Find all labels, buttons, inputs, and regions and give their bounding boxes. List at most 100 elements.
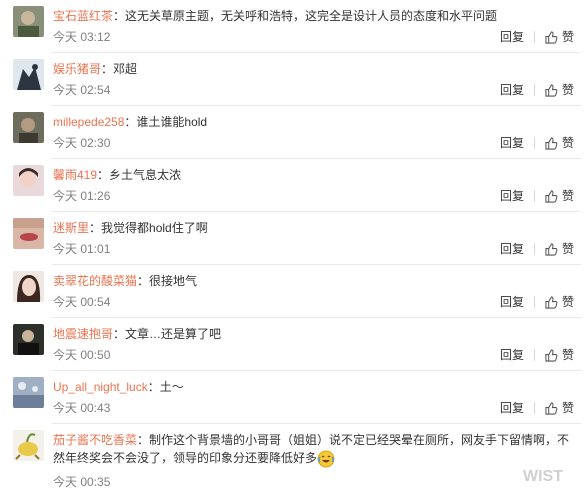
comment-item: 茄子酱不吃香菜：制作这个背景墙的小哥哥（姐姐）说不定已经哭晕在厕所，网友手下留情…	[0, 424, 585, 497]
comment-content: 迷斯里：我觉得都hold住了啊	[53, 219, 577, 237]
comment-text: ：很接地气	[137, 274, 198, 288]
like-label: 赞	[561, 242, 574, 256]
reply-button[interactable]: 回复	[500, 82, 524, 98]
like-label: 赞	[561, 83, 574, 97]
comment-item: 娱乐猪哥：邓超 今天 02:54 回复 赞	[0, 53, 585, 106]
avatar[interactable]	[13, 377, 44, 408]
comment-actions: 回复 赞	[500, 82, 574, 98]
username-link[interactable]: millepede258	[53, 115, 124, 129]
reply-button[interactable]: 回复	[500, 135, 524, 151]
reply-button[interactable]: 回复	[500, 29, 524, 45]
thumbs-up-icon	[545, 242, 558, 256]
comment-time: 今天 00:50	[53, 348, 111, 362]
comment-content: 卖翠花的酸菜猫：很接地气	[53, 272, 577, 290]
comment-item: 地震速抱哥：文章…还是算了吧 今天 00:50 回复 赞	[0, 318, 585, 371]
like-button[interactable]: 赞	[545, 29, 574, 45]
comment-content: 地震速抱哥：文章…还是算了吧	[53, 325, 577, 343]
like-button[interactable]: 赞	[545, 135, 574, 151]
thumbs-up-icon	[545, 348, 558, 362]
like-button[interactable]: 赞	[545, 347, 574, 363]
username-link[interactable]: 卖翠花的酸菜猫	[53, 274, 137, 288]
avatar[interactable]	[13, 430, 44, 461]
like-button[interactable]: 赞	[545, 82, 574, 98]
comment-item: millepede258：谁土谁能hold 今天 02:30 回复 赞	[0, 106, 585, 159]
comment-text: ：文章…还是算了吧	[113, 327, 222, 341]
comment-text: ：谁土谁能hold	[124, 115, 208, 129]
like-button[interactable]: 赞	[545, 294, 574, 310]
username-link[interactable]: 宝石蓝红茶	[53, 9, 113, 23]
thumbs-up-icon	[545, 189, 558, 203]
comment-text: ：邓超	[101, 62, 138, 76]
comment-content: 茄子酱不吃香菜：制作这个背景墙的小哥哥（姐姐）说不定已经哭晕在厕所，网友手下留情…	[53, 431, 577, 468]
comment-item: 馨雨419：乡土气息太浓 今天 01:26 回复 赞	[0, 159, 585, 212]
comment-text: ：我觉得都hold住了啊	[89, 221, 208, 235]
avatar[interactable]	[13, 112, 44, 143]
comment-actions: 回复 赞	[500, 241, 574, 257]
comment-actions: 回复 赞	[500, 400, 574, 416]
reply-button[interactable]: 回复	[500, 188, 524, 204]
username-link[interactable]: 迷斯里	[53, 221, 89, 235]
like-button[interactable]: 赞	[545, 188, 574, 204]
username-link[interactable]: 馨雨419	[53, 168, 97, 182]
comment-item: Up_all_night_luck：土～ 今天 00:43 回复 赞	[0, 371, 585, 424]
comment-actions: 回复 赞	[500, 188, 574, 204]
comment-item: 卖翠花的酸菜猫：很接地气 今天 00:54 回复 赞	[0, 265, 585, 318]
username-link[interactable]: Up_all_night_luck	[53, 380, 148, 394]
like-label: 赞	[561, 136, 574, 150]
comment-time: 今天 02:30	[53, 136, 111, 150]
comment-content: Up_all_night_luck：土～	[53, 378, 577, 396]
avatar[interactable]	[13, 165, 44, 196]
like-button[interactable]: 赞	[545, 400, 574, 416]
avatar[interactable]	[13, 6, 44, 37]
divider	[533, 296, 535, 308]
comment-time: 今天 00:35	[53, 475, 111, 489]
comment-content: millepede258：谁土谁能hold	[53, 113, 577, 131]
divider	[533, 84, 535, 96]
watermark-logo: WIST	[519, 463, 579, 487]
comment-item: 迷斯里：我觉得都hold住了啊 今天 01:01 回复 赞	[0, 212, 585, 265]
comment-content: 馨雨419：乡土气息太浓	[53, 166, 577, 184]
username-link[interactable]: 茄子酱不吃香菜	[53, 433, 137, 447]
reply-button[interactable]: 回复	[500, 241, 524, 257]
divider	[533, 137, 535, 149]
divider	[533, 349, 535, 361]
like-label: 赞	[561, 401, 574, 415]
comment-time: 今天 01:01	[53, 242, 111, 256]
reply-button[interactable]: 回复	[500, 347, 524, 363]
comment-time: 今天 01:26	[53, 189, 111, 203]
comment-text: ：土～	[147, 380, 184, 394]
divider	[533, 243, 535, 255]
comment-time: 今天 02:54	[53, 83, 111, 97]
comment-actions: 回复 赞	[500, 135, 574, 151]
thumbs-up-icon	[545, 401, 558, 415]
thumbs-up-icon	[545, 295, 558, 309]
comment-list: 宝石蓝红茶：这无关草原主题，无关呼和浩特，这完全是设计人员的态度和水平问题 今天…	[0, 0, 585, 497]
comment-content: 娱乐猪哥：邓超	[53, 60, 577, 78]
like-label: 赞	[561, 30, 574, 44]
avatar[interactable]	[13, 324, 44, 355]
like-button[interactable]: 赞	[545, 241, 574, 257]
comment-text: ：这无关草原主题，无关呼和浩特，这完全是设计人员的态度和水平问题	[113, 9, 498, 23]
avatar[interactable]	[13, 59, 44, 90]
laughing-tears-emoji-icon	[317, 450, 335, 468]
username-link[interactable]: 地震速抱哥	[53, 327, 113, 341]
avatar[interactable]	[13, 218, 44, 249]
comment-content: 宝石蓝红茶：这无关草原主题，无关呼和浩特，这完全是设计人员的态度和水平问题	[53, 7, 577, 25]
like-label: 赞	[561, 295, 574, 309]
comment-time: 今天 03:12	[53, 30, 111, 44]
username-link[interactable]: 娱乐猪哥	[53, 62, 101, 76]
like-label: 赞	[561, 189, 574, 203]
thumbs-up-icon	[545, 30, 558, 44]
like-label: 赞	[561, 348, 574, 362]
thumbs-up-icon	[545, 83, 558, 97]
divider	[533, 190, 535, 202]
comment-actions: 回复 赞	[500, 294, 574, 310]
comment-item: 宝石蓝红茶：这无关草原主题，无关呼和浩特，这完全是设计人员的态度和水平问题 今天…	[0, 0, 585, 53]
divider	[533, 402, 535, 414]
comment-text: ：乡土气息太浓	[97, 168, 182, 182]
avatar[interactable]	[13, 271, 44, 302]
comment-actions: 回复 赞	[500, 29, 574, 45]
comment-time: 今天 00:54	[53, 295, 111, 309]
reply-button[interactable]: 回复	[500, 294, 524, 310]
reply-button[interactable]: 回复	[500, 400, 524, 416]
